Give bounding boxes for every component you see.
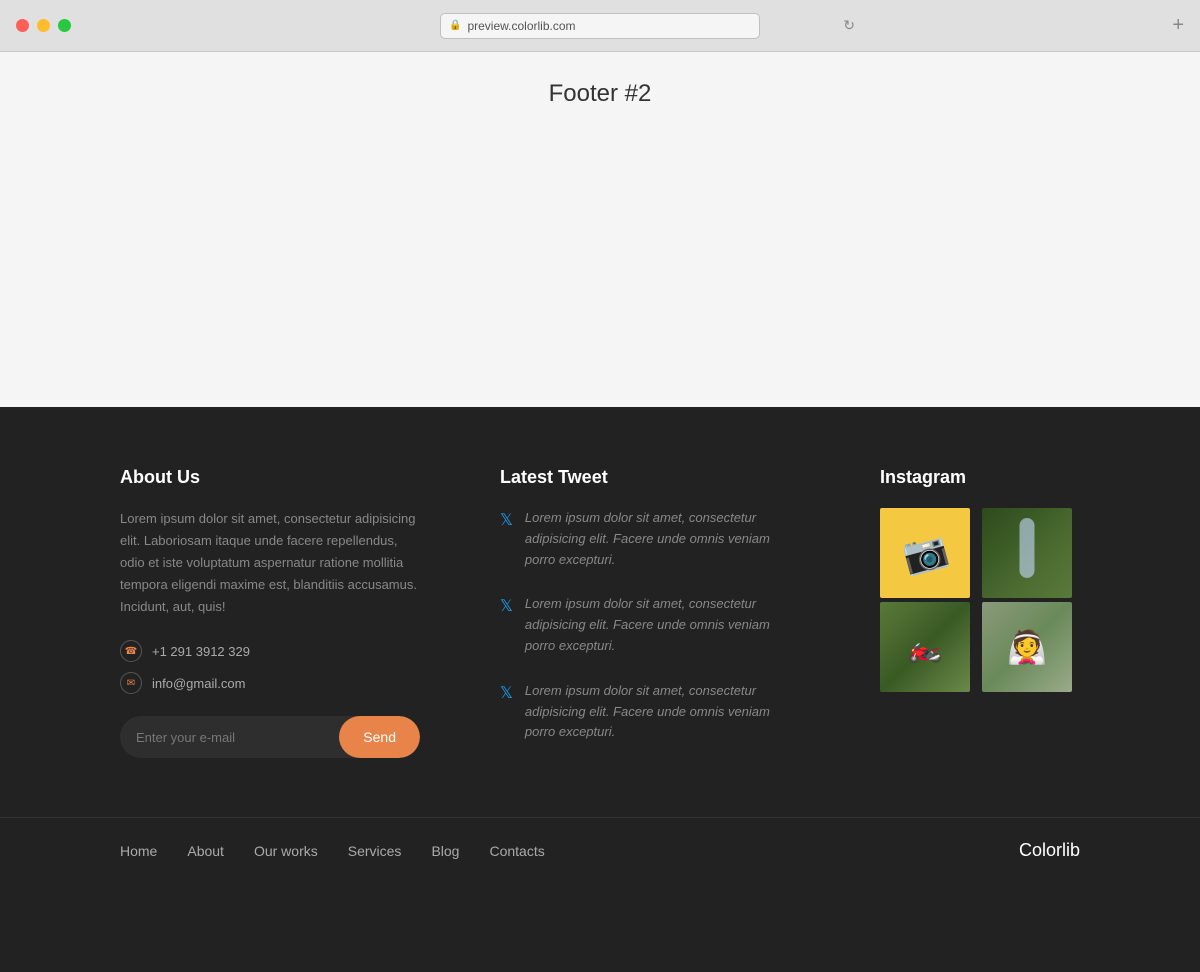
twitter-icon-2: 𝕏 [500, 596, 513, 656]
nav-link-services[interactable]: Services [348, 843, 402, 859]
phone-icon: ☎ [120, 640, 142, 662]
photo-camera-img [880, 508, 970, 598]
footer-instagram-column: Instagram [880, 467, 1080, 767]
tweet-text-2: Lorem ipsum dolor sit amet, consectetur … [525, 594, 800, 656]
about-description: Lorem ipsum dolor sit amet, consectetur … [120, 508, 420, 618]
photo-bike-img [880, 602, 970, 692]
footer-bottom: Home About Our works Services Blog Conta… [0, 817, 1200, 883]
instagram-title: Instagram [880, 467, 1080, 488]
traffic-lights [16, 19, 71, 32]
maximize-button[interactable] [58, 19, 71, 32]
instagram-photo-4[interactable] [982, 602, 1072, 692]
photo-waterfall-img [982, 508, 1072, 598]
twitter-icon-3: 𝕏 [500, 683, 513, 743]
refresh-button[interactable]: ↻ [843, 17, 855, 34]
browser-chrome: 🔒 preview.colorlib.com ↻ + [0, 0, 1200, 52]
footer: About Us Lorem ipsum dolor sit amet, con… [0, 407, 1200, 972]
nav-link-contacts[interactable]: Contacts [489, 843, 544, 859]
page-title: Footer #2 [549, 80, 652, 108]
newsletter-form: Send [120, 716, 420, 758]
lock-icon: 🔒 [449, 20, 461, 31]
footer-about-column: About Us Lorem ipsum dolor sit amet, con… [120, 467, 420, 767]
nav-link-blog[interactable]: Blog [431, 843, 459, 859]
about-title: About Us [120, 467, 420, 488]
photo-woman-img [982, 602, 1072, 692]
footer-main: About Us Lorem ipsum dolor sit amet, con… [0, 407, 1200, 817]
main-content: Footer #2 [0, 52, 1200, 407]
email-icon: ✉ [120, 672, 142, 694]
email-input[interactable] [120, 716, 339, 758]
close-button[interactable] [16, 19, 29, 32]
minimize-button[interactable] [37, 19, 50, 32]
email-address: info@gmail.com [152, 676, 245, 691]
page-wrapper: Footer #2 About Us Lorem ipsum dolor sit… [0, 52, 1200, 972]
email-contact: ✉ info@gmail.com [120, 672, 420, 694]
url-text: preview.colorlib.com [467, 19, 575, 33]
tweet-text-1: Lorem ipsum dolor sit amet, consectetur … [525, 508, 800, 570]
instagram-grid [880, 508, 1080, 692]
footer-brand: Colorlib [1019, 840, 1080, 861]
twitter-icon-1: 𝕏 [500, 510, 513, 570]
nav-link-about[interactable]: About [187, 843, 224, 859]
instagram-photo-1[interactable] [880, 508, 970, 598]
instagram-photo-2[interactable] [982, 508, 1072, 598]
tweet-item-2: 𝕏 Lorem ipsum dolor sit amet, consectetu… [500, 594, 800, 656]
footer-tweet-column: Latest Tweet 𝕏 Lorem ipsum dolor sit ame… [500, 467, 800, 767]
instagram-photo-3[interactable] [880, 602, 970, 692]
tweet-text-3: Lorem ipsum dolor sit amet, consectetur … [525, 681, 800, 743]
add-tab-button[interactable]: + [1172, 14, 1184, 37]
address-bar[interactable]: 🔒 preview.colorlib.com [440, 13, 760, 39]
phone-contact: ☎ +1 291 3912 329 [120, 640, 420, 662]
tweet-item-3: 𝕏 Lorem ipsum dolor sit amet, consectetu… [500, 681, 800, 743]
send-button[interactable]: Send [339, 716, 420, 758]
tweet-title: Latest Tweet [500, 467, 800, 488]
tweet-item-1: 𝕏 Lorem ipsum dolor sit amet, consectetu… [500, 508, 800, 570]
phone-number: +1 291 3912 329 [152, 644, 250, 659]
nav-link-our-works[interactable]: Our works [254, 843, 318, 859]
footer-nav: Home About Our works Services Blog Conta… [120, 843, 545, 859]
nav-link-home[interactable]: Home [120, 843, 157, 859]
